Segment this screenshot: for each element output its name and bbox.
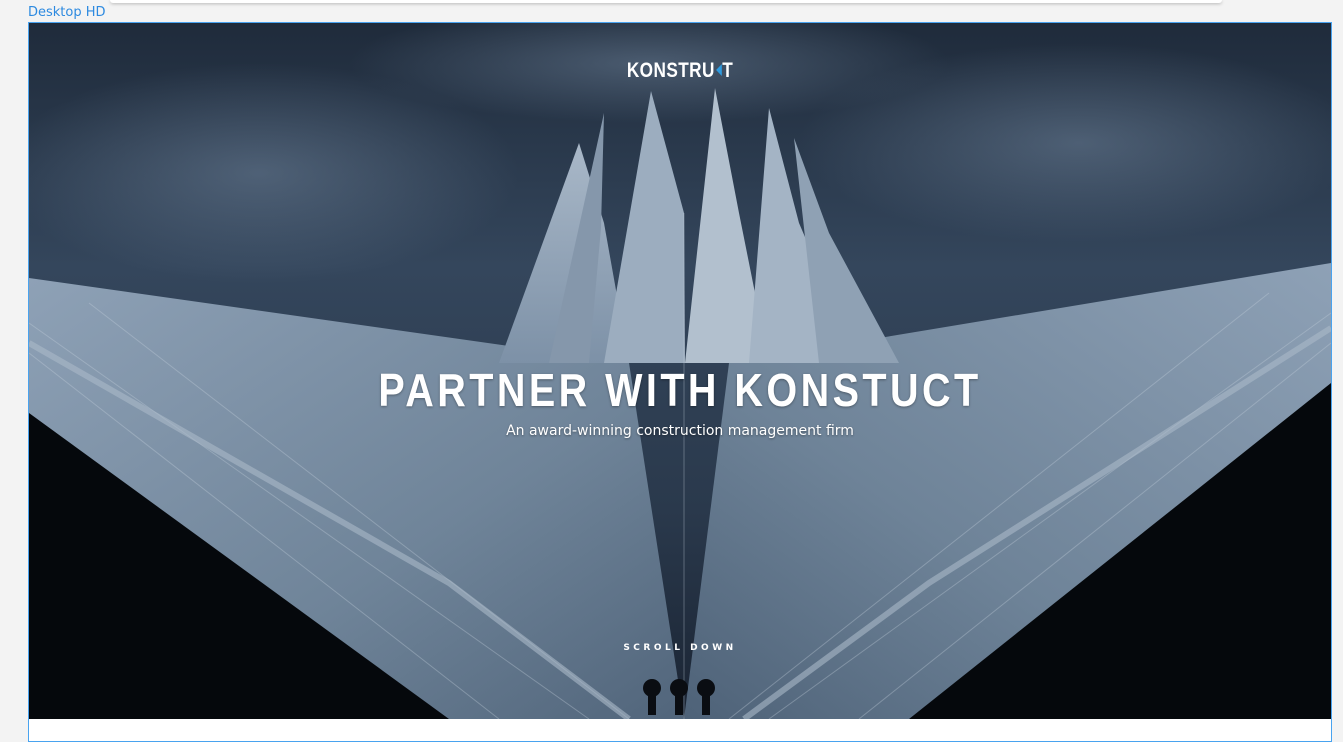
logo-text-left: KONSTRU	[626, 59, 715, 82]
konstruct-logo[interactable]: KONSTRU T	[146, 59, 1214, 83]
hero-subline: An award-winning construction management…	[506, 423, 854, 439]
artboard-desktop-hd[interactable]: KONSTRU T PARTNER WITH KONSTUCT An award-…	[28, 22, 1332, 742]
hero-section: KONSTRU T PARTNER WITH KONSTUCT An award-…	[29, 23, 1331, 719]
scroll-down-link[interactable]: SCROLL DOWN	[29, 643, 1331, 653]
artboard-label[interactable]: Desktop HD	[28, 5, 106, 20]
logo-accent-icon	[715, 63, 722, 76]
hero-headline: PARTNER WITH KONSTUCT	[378, 364, 982, 416]
logo-text-right: T	[722, 59, 734, 82]
top-toolbar-edge	[110, 0, 1222, 3]
